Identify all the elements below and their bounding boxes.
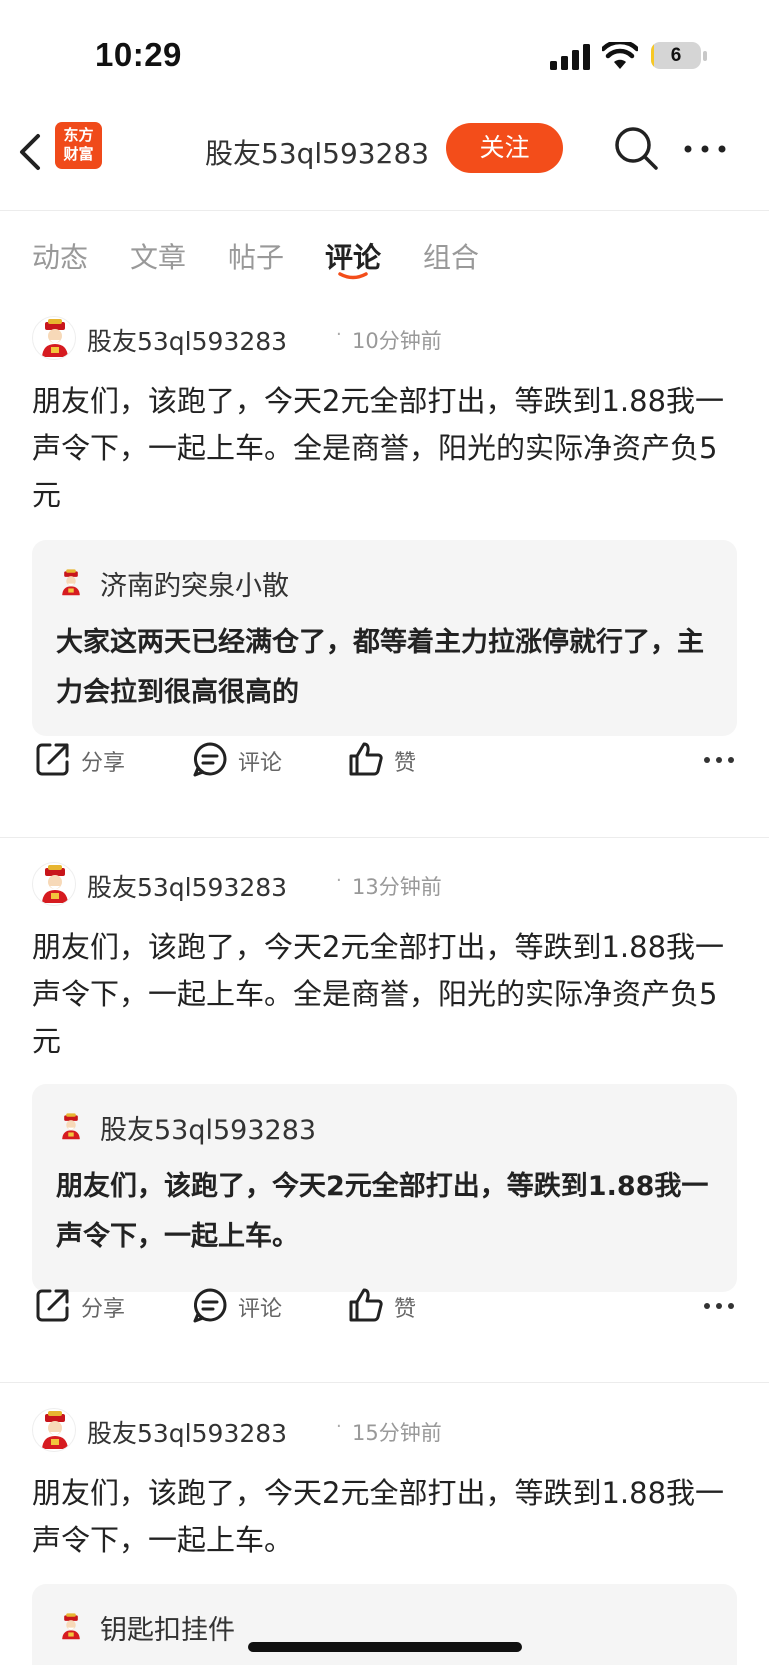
home-indicator[interactable] — [248, 1642, 522, 1652]
post-header: 股友53ql593283 · 15分钟前 — [32, 1408, 732, 1454]
post-time: 15分钟前 — [352, 1421, 442, 1445]
quoted-comment[interactable]: 股友53ql593283 朋友们，该跑了，今天2元全部打出，等跌到1.88我一声… — [32, 1084, 737, 1292]
quoted-comment[interactable]: 钥匙扣挂件 — [32, 1584, 737, 1665]
separator-dot: · — [336, 324, 342, 345]
quote-avatar — [56, 1612, 86, 1642]
fortune-god-avatar-icon — [62, 569, 80, 596]
post-header: 股友53ql593283 · 10分钟前 — [32, 316, 732, 362]
comment-card: 股友53ql593283 · 15分钟前 朋友们，该跑了，今天2元全部打出，等跌… — [0, 1408, 769, 1665]
battery-percent: 6 — [670, 45, 682, 66]
quoted-comment[interactable]: 济南趵突泉小散 大家这两天已经满仓了，都等着主力拉涨停就行了，主力会拉到很高很高… — [32, 540, 737, 736]
quote-author[interactable]: 钥匙扣挂件 — [100, 1608, 235, 1647]
post-header: 股友53ql593283 · 13分钟前 — [32, 862, 732, 908]
thumbs-up-icon — [349, 742, 383, 776]
comment-icon — [193, 742, 227, 777]
post-time: 10分钟前 — [352, 329, 442, 353]
divider — [0, 1382, 769, 1383]
quote-avatar — [56, 568, 86, 598]
quote-text: 朋友们，该跑了，今天2元全部打出，等跌到1.88我一声令下，一起上车。 — [56, 1171, 709, 1252]
quote-text: 大家这两天已经满仓了，都等着主力拉涨停就行了，主力会拉到很高很高的 — [56, 627, 704, 708]
more-horizontal-icon[interactable] — [703, 1302, 735, 1310]
comment-card: 股友53ql593283 · 13分钟前 朋友们，该跑了，今天2元全部打出，等跌… — [0, 862, 769, 1382]
more-horizontal-icon[interactable] — [703, 756, 735, 764]
user-avatar[interactable] — [32, 1408, 76, 1452]
search-icon[interactable] — [612, 124, 660, 172]
tab-dynamic[interactable]: 动态 — [32, 236, 88, 276]
chevron-left-icon[interactable] — [16, 130, 46, 174]
divider — [0, 837, 769, 838]
user-avatar[interactable] — [32, 862, 76, 906]
like-label: 赞 — [394, 751, 417, 776]
fortune-god-avatar-icon — [62, 1113, 80, 1140]
action-bar: 分享 评论 赞 — [0, 1276, 769, 1336]
like-label: 赞 — [394, 1297, 417, 1322]
more-horizontal-icon[interactable] — [683, 144, 727, 154]
fortune-god-avatar-icon — [62, 1613, 80, 1640]
battery-icon: 6 — [651, 42, 701, 69]
comment-label: 评论 — [238, 1297, 283, 1322]
share-label: 分享 — [81, 1297, 126, 1322]
fortune-god-avatar-icon — [42, 319, 68, 357]
post-body[interactable]: 朋友们，该跑了，今天2元全部打出，等跌到1.88我一声令下，一起上车。 — [32, 1470, 737, 1564]
separator-dot: · — [336, 870, 342, 891]
nav-bar: 东方 财富 股友53ql593283 关注 — [0, 110, 769, 211]
tab-comments[interactable]: 评论 — [325, 236, 381, 276]
post-body[interactable]: 朋友们，该跑了，今天2元全部打出，等跌到1.88我一声令下，一起上车。全是商誉，… — [32, 924, 737, 1065]
action-bar: 分享 评论 赞 — [0, 730, 769, 790]
thumbs-up-icon — [349, 1288, 383, 1322]
tab-posts[interactable]: 帖子 — [228, 236, 284, 276]
quote-avatar — [56, 1112, 86, 1142]
battery-cap — [703, 51, 707, 61]
comment-label: 评论 — [238, 751, 283, 776]
comment-icon — [193, 1288, 227, 1323]
share-icon — [36, 1289, 69, 1322]
quote-author[interactable]: 股友53ql593283 — [100, 1108, 316, 1147]
active-tab-indicator — [338, 272, 368, 280]
fortune-god-avatar-icon — [42, 1411, 68, 1449]
share-icon — [36, 743, 69, 776]
page-title: 股友53ql593283 — [205, 137, 430, 170]
share-label: 分享 — [81, 751, 126, 776]
author-name[interactable]: 股友53ql593283 — [87, 1414, 287, 1450]
wifi-icon — [602, 42, 638, 69]
tab-bar: 动态 文章 帖子 评论 组合 — [0, 222, 769, 290]
status-bar: 10:29 6 — [0, 0, 769, 110]
tab-articles[interactable]: 文章 — [130, 236, 186, 276]
quote-author[interactable]: 济南趵突泉小散 — [100, 564, 289, 603]
app-logo[interactable]: 东方 财富 — [55, 122, 102, 169]
signal-icon — [550, 44, 590, 70]
fortune-god-avatar-icon — [42, 865, 68, 903]
user-avatar[interactable] — [32, 316, 76, 360]
post-body[interactable]: 朋友们，该跑了，今天2元全部打出，等跌到1.88我一声令下，一起上车。全是商誉，… — [32, 378, 737, 519]
post-time: 13分钟前 — [352, 875, 442, 899]
separator-dot: · — [336, 1416, 342, 1437]
follow-button[interactable]: 关注 — [446, 123, 563, 173]
tab-portfolio[interactable]: 组合 — [423, 236, 479, 276]
author-name[interactable]: 股友53ql593283 — [87, 868, 287, 904]
comment-card: 股友53ql593283 · 10分钟前 朋友们，该跑了，今天2元全部打出，等跌… — [0, 316, 769, 836]
status-time: 10:29 — [95, 36, 182, 73]
author-name[interactable]: 股友53ql593283 — [87, 322, 287, 358]
